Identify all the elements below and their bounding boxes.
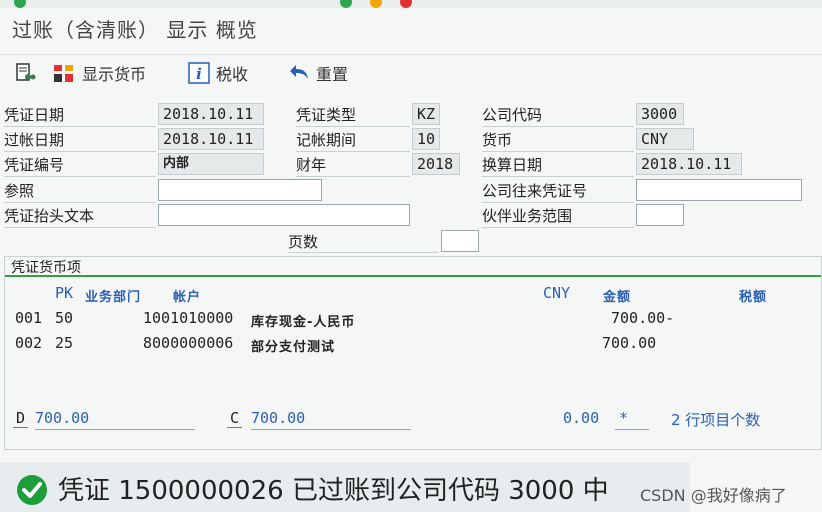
items-panel-title: 凭证货币项 xyxy=(11,260,81,276)
watermark: CSDN @我好像病了 xyxy=(640,486,787,505)
intercompany-label: 公司往来凭证号 xyxy=(482,182,588,200)
col-currency: CNY xyxy=(543,284,571,302)
panel-rule xyxy=(5,275,821,277)
tax-button[interactable]: i 税收 xyxy=(188,61,248,85)
trading-partner-label: 伙伴业务范围 xyxy=(482,207,573,225)
success-check-icon xyxy=(16,474,48,510)
debit-total: 700.00 xyxy=(35,409,90,427)
pages-field[interactable] xyxy=(441,230,479,252)
reference-label: 参照 xyxy=(4,182,35,200)
divider xyxy=(4,151,156,152)
divider xyxy=(296,176,410,177)
yellow-circle-icon xyxy=(370,0,382,8)
doc-date-label: 凭证日期 xyxy=(4,106,65,124)
divider xyxy=(482,126,634,127)
row-account-text: 部分支付测试 xyxy=(251,340,336,355)
items-panel: 凭证货币项 PK 业务部门 帐户 CNY 金额 税额 001 50 100101… xyxy=(4,256,822,450)
undo-icon xyxy=(286,63,310,83)
row-line-no[interactable]: 002 xyxy=(15,334,42,352)
green-status-icon xyxy=(14,0,26,8)
doc-number-label: 凭证编号 xyxy=(4,156,65,174)
svg-text:i: i xyxy=(196,65,202,83)
fiscal-year-field[interactable]: 2018 xyxy=(412,153,460,175)
divider xyxy=(482,202,634,203)
row-amount: 700.00- xyxy=(611,309,675,327)
balance-total: 0.00 xyxy=(563,409,600,427)
col-business-area: 业务部门 xyxy=(85,290,142,305)
doc-type-label: 凭证类型 xyxy=(296,106,357,124)
credit-key: C xyxy=(227,409,243,428)
divider xyxy=(35,429,195,430)
line-item-count: 2 行项目个数 xyxy=(671,411,761,429)
divider xyxy=(482,227,634,228)
translation-date-label: 换算日期 xyxy=(482,156,543,174)
divider xyxy=(4,202,156,203)
posting-date-field[interactable]: 2018.10.11 xyxy=(158,128,264,150)
info-icon: i xyxy=(188,62,210,84)
header-text-label: 凭证抬头文本 xyxy=(4,207,95,225)
period-label: 记帐期间 xyxy=(296,131,357,149)
fiscal-year-label: 财年 xyxy=(296,156,327,174)
row-amount: 700.00 xyxy=(602,334,657,352)
currency-icon xyxy=(52,62,76,84)
divider xyxy=(482,151,634,152)
display-currency-label: 显示货币 xyxy=(82,65,147,84)
company-code-field[interactable]: 3000 xyxy=(636,103,684,125)
reference-field[interactable] xyxy=(158,179,322,201)
header-text-field[interactable] xyxy=(158,204,410,226)
currency-label: 货币 xyxy=(482,131,513,149)
divider xyxy=(4,126,156,127)
document-overview-button[interactable] xyxy=(14,61,42,85)
divider xyxy=(615,429,649,430)
display-currency-button[interactable]: 显示货币 xyxy=(52,61,146,85)
row-pk: 50 xyxy=(55,309,74,327)
currency-field[interactable]: CNY xyxy=(636,128,694,150)
col-amount: 金额 xyxy=(603,290,632,305)
red-circle-icon xyxy=(400,0,412,8)
row-line-no[interactable]: 001 xyxy=(15,309,42,327)
document-glasses-icon xyxy=(14,62,36,84)
credit-total: 700.00 xyxy=(251,409,306,427)
doc-number-field[interactable]: 内部 xyxy=(158,153,264,175)
balance-marker: * xyxy=(619,409,629,427)
col-tax: 税额 xyxy=(739,290,768,305)
col-pk: PK xyxy=(55,284,74,302)
posting-date-label: 过帐日期 xyxy=(4,131,65,149)
translation-date-field[interactable]: 2018.10.11 xyxy=(636,153,742,175)
reset-button[interactable]: 重置 xyxy=(286,61,348,85)
divider xyxy=(4,176,156,177)
status-message: 凭证 1500000026 已过账到公司代码 3000 中 xyxy=(58,476,609,506)
divider xyxy=(4,227,156,228)
reset-label: 重置 xyxy=(316,65,349,84)
pages-label: 页数 xyxy=(288,233,319,251)
debit-key: D xyxy=(13,409,29,428)
row-account: 1001010000 xyxy=(143,309,234,327)
tax-label: 税收 xyxy=(216,65,249,84)
divider xyxy=(251,429,411,430)
trading-partner-field[interactable] xyxy=(636,204,684,226)
divider xyxy=(482,176,634,177)
row-account-text: 库存现金-人民币 xyxy=(251,315,356,330)
period-field[interactable]: 10 xyxy=(412,128,440,150)
row-pk: 25 xyxy=(55,334,74,352)
company-code-label: 公司代码 xyxy=(482,106,543,124)
status-bar[interactable]: 凭证 1500000026 已过账到公司代码 3000 中 xyxy=(0,462,690,512)
col-account: 帐户 xyxy=(173,290,202,305)
intercompany-field[interactable] xyxy=(636,179,802,201)
top-strip xyxy=(0,0,822,8)
green-circle-icon xyxy=(340,0,352,8)
doc-date-field[interactable]: 2018.10.11 xyxy=(158,103,264,125)
divider xyxy=(296,126,410,127)
row-account: 8000000006 xyxy=(143,334,234,352)
doc-type-field[interactable]: KZ xyxy=(412,103,440,125)
window-title: 过账（含清账） 显示 概览 xyxy=(12,18,258,42)
divider xyxy=(288,252,438,253)
toolbar: 显示货币 i 税收 重置 xyxy=(0,54,822,91)
divider xyxy=(296,151,410,152)
